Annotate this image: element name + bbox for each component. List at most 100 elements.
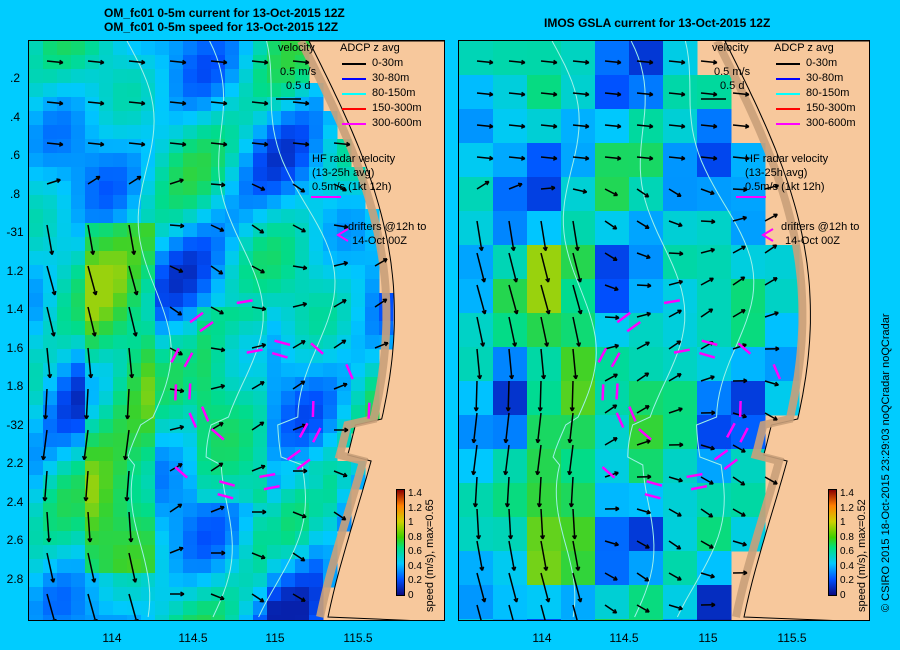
- speed-cell: [57, 83, 72, 98]
- speed-cell: [197, 461, 212, 476]
- speed-cell: [155, 97, 170, 112]
- colorbar-tick: 0.6: [840, 546, 854, 557]
- speed-cell: [337, 349, 352, 364]
- adcp-label: 30-80m: [806, 72, 844, 84]
- hf-arrow: [601, 384, 605, 401]
- speed-cell: [141, 419, 156, 434]
- speed-cell: [85, 307, 100, 322]
- speed-cell: [197, 335, 212, 350]
- speed-cell: [155, 503, 170, 518]
- colorbar-tick: 1.4: [840, 488, 854, 499]
- speed-cell: [281, 237, 296, 252]
- speed-cell: [731, 279, 766, 314]
- hf-arrow: [188, 383, 192, 400]
- speed-cell: [351, 279, 366, 294]
- current-arrow: [571, 380, 574, 412]
- speed-cell: [561, 619, 596, 620]
- speed-cell: [295, 391, 310, 406]
- speed-cell: [29, 279, 44, 294]
- speed-cell: [351, 307, 366, 322]
- speed-cell: [99, 223, 114, 238]
- speed-cell: [239, 321, 254, 336]
- speed-cell: [85, 349, 100, 364]
- speed-cell: [295, 181, 310, 196]
- adcp-swatch: [342, 78, 366, 80]
- speed-cell: [29, 335, 44, 350]
- speed-cell: [309, 251, 324, 266]
- speed-cell: [169, 475, 184, 490]
- speed-cell: [57, 125, 72, 140]
- speed-cell: [183, 125, 198, 140]
- speed-cell: [211, 209, 226, 224]
- speed-cell: [365, 321, 380, 336]
- speed-cell: [113, 489, 128, 504]
- speed-cell: [267, 307, 282, 322]
- speed-cell: [211, 405, 226, 420]
- speed-cell: [113, 167, 128, 182]
- speed-cell: [253, 41, 268, 56]
- speed-cell: [239, 251, 254, 266]
- speed-cell: [29, 433, 44, 448]
- speed-cell: [281, 321, 296, 336]
- speed-cell: [183, 111, 198, 126]
- speed-cell: [281, 363, 296, 378]
- colorbar-tick: 0: [408, 589, 414, 601]
- speed-cell: [595, 483, 630, 518]
- hf-arrow: [367, 402, 371, 419]
- speed-cell: [155, 223, 170, 238]
- speed-cell: [113, 209, 128, 224]
- speed-cell: [253, 433, 268, 448]
- speed-cell: [57, 97, 72, 112]
- speed-cell: [43, 153, 58, 168]
- speed-cell: [71, 307, 86, 322]
- drifters-line1-right: drifters @12h to: [781, 221, 860, 233]
- speed-cell: [71, 475, 86, 490]
- speed-cell: [113, 83, 128, 98]
- speed-cell: [225, 447, 240, 462]
- speed-cell: [155, 83, 170, 98]
- hf-line3: 0.5m/s (1kt 12h): [312, 181, 392, 193]
- speed-cell: [85, 447, 100, 462]
- speed-cell: [169, 279, 184, 294]
- speed-cell: [99, 335, 114, 350]
- speed-cell: [239, 335, 254, 350]
- speed-cell: [281, 307, 296, 322]
- speed-cell: [351, 321, 366, 336]
- speed-cell: [155, 573, 170, 588]
- speed-cell: [337, 405, 352, 420]
- speed-cell: [155, 335, 170, 350]
- speed-cell: [155, 587, 170, 602]
- speed-cell: [197, 293, 212, 308]
- speed-cell: [127, 209, 142, 224]
- speed-cell: [629, 143, 664, 178]
- speed-cell: [169, 41, 184, 56]
- speed-cell: [183, 433, 198, 448]
- speed-cell: [113, 139, 128, 154]
- speed-cell: [197, 615, 212, 620]
- speed-cell: [155, 601, 170, 616]
- speed-cell: [493, 381, 528, 416]
- speed-cell: [281, 601, 296, 616]
- speed-cell: [127, 139, 142, 154]
- speed-cell: [365, 251, 380, 266]
- speed-cell: [57, 293, 72, 308]
- speed-cell: [365, 265, 380, 280]
- colorbar-tick: 1: [408, 517, 414, 528]
- speed-cell: [267, 111, 282, 126]
- speed-cell: [155, 559, 170, 574]
- speed-cell: [113, 587, 128, 602]
- speed-cell: [459, 585, 494, 620]
- adcp-swatch: [342, 108, 366, 110]
- speed-cell: [225, 237, 240, 252]
- speed-cell: [309, 405, 324, 420]
- speed-cell: [323, 461, 338, 476]
- speed-cell: [225, 279, 240, 294]
- speed-cell: [127, 69, 142, 84]
- speed-cell: [169, 517, 184, 532]
- speed-cell: [155, 615, 170, 620]
- speed-cell: [99, 209, 114, 224]
- speed-cell: [337, 265, 352, 280]
- speed-cell: [595, 381, 630, 416]
- speed-cell: [183, 181, 198, 196]
- current-arrow: [475, 380, 478, 412]
